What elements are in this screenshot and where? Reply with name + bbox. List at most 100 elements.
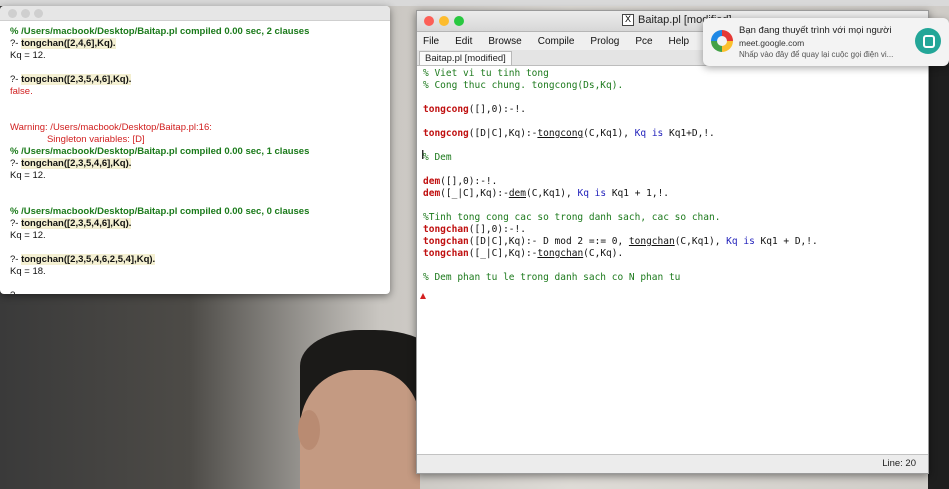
menu-help[interactable]: Help bbox=[669, 36, 690, 47]
code-token: tongcong bbox=[423, 104, 469, 115]
code-token: is bbox=[646, 128, 669, 139]
code-token: Kq1 + D,!. bbox=[760, 236, 818, 247]
console-prompt: ?- bbox=[10, 218, 22, 229]
zoom-window-icon[interactable] bbox=[34, 9, 43, 18]
minimize-window-icon[interactable] bbox=[439, 16, 449, 26]
prolog-editor-window[interactable]: X Baitap.pl [modified] File Edit Browse Com… bbox=[416, 10, 929, 474]
code-token: ([_|C],Kq):- bbox=[440, 188, 509, 199]
zoom-window-icon[interactable] bbox=[454, 16, 464, 26]
code-line: tongchan([D|C],Kq):- D mod 2 =:= 0, tong… bbox=[423, 236, 922, 248]
code-line: tongcong([],0):-!. bbox=[423, 104, 922, 116]
code-token: tongchan bbox=[423, 224, 469, 235]
code-token: %Tinh tong cong cac so trong danh sach, … bbox=[423, 212, 721, 223]
code-token: is bbox=[737, 236, 761, 247]
console-line: Warning: /Users/macbook/Desktop/Baitap.p… bbox=[10, 122, 212, 133]
console-query: tongchan([2,4,6],Kq). bbox=[21, 38, 116, 49]
console-prompt: ?- bbox=[10, 158, 22, 169]
console-line: % /Users/macbook/Desktop/Baitap.pl compi… bbox=[10, 206, 310, 217]
code-token: % Viet vi tu tinh tong bbox=[423, 68, 549, 79]
code-token: (C,Kq1), bbox=[583, 128, 635, 139]
menu-browse[interactable]: Browse bbox=[488, 36, 521, 47]
code-line: dem([],0):-!. bbox=[423, 176, 922, 188]
console-line: ?- tongchan([2,3,5,4,6],Kq). bbox=[10, 74, 380, 86]
code-token: Kq bbox=[577, 188, 589, 199]
console-line: false. bbox=[10, 86, 33, 97]
code-token: dem bbox=[423, 188, 441, 199]
console-line: % /Users/macbook/Desktop/Baitap.pl compi… bbox=[10, 26, 310, 37]
code-token: ([_|C],Kq):- bbox=[468, 248, 538, 259]
console-line: ?- tongchan([2,4,6],Kq). bbox=[10, 38, 380, 50]
notification-source: meet.google.com bbox=[739, 38, 805, 48]
console-query: tongchan([2,3,5,4,6],Kq). bbox=[21, 218, 132, 229]
code-token: dem bbox=[423, 176, 441, 187]
code-token: (C,Kq). bbox=[583, 248, 624, 259]
menu-pce[interactable]: Pce bbox=[635, 36, 652, 47]
code-token: ([],0):-!. bbox=[440, 176, 498, 187]
code-token: tongcong bbox=[423, 128, 469, 139]
code-token: ([],0):-!. bbox=[468, 104, 526, 115]
code-line: dem([_|C],Kq):-dem(C,Kq1), Kq is Kq1 + 1… bbox=[423, 188, 922, 200]
code-token: dem bbox=[508, 188, 526, 199]
code-line: tongchan([_|C],Kq):-tongchan(C,Kq). bbox=[423, 248, 922, 260]
code-line: tongchan([],0):-!. bbox=[423, 224, 922, 236]
code-token: (C,Kq1), bbox=[525, 188, 578, 199]
console-line: Kq = 18. bbox=[10, 266, 46, 277]
console-prompt: ?- bbox=[10, 74, 22, 85]
close-window-icon[interactable] bbox=[8, 9, 17, 18]
console-line: Kq = 12. bbox=[10, 50, 46, 61]
status-bar: Line: 20 bbox=[417, 454, 928, 473]
tab-baitap[interactable]: Baitap.pl [modified] bbox=[419, 51, 512, 65]
code-token: % Cong thuc chung. tongcong(Ds,Kq). bbox=[423, 80, 624, 91]
code-token: tongcong bbox=[537, 128, 584, 139]
code-token: is bbox=[588, 188, 612, 199]
console-line: ?- tongchan([2,3,5,4,6,2,5,4],Kq). bbox=[10, 254, 380, 266]
code-token: ([D|C],Kq):- bbox=[468, 128, 538, 139]
code-token: Kq1+D,!. bbox=[669, 128, 715, 139]
console-line: ?- tongchan([2,3,5,4,6],Kq). bbox=[10, 218, 380, 230]
code-editor[interactable]: % Viet vi tu tinh tong% Cong thuc chung.… bbox=[417, 66, 928, 455]
google-chrome-icon bbox=[711, 30, 733, 52]
code-token: % Dem bbox=[423, 152, 452, 163]
meet-present-icon[interactable] bbox=[915, 28, 941, 54]
code-token: Kq bbox=[634, 128, 647, 139]
line-marker-icon bbox=[420, 293, 426, 299]
console-query: tongchan([2,3,5,4,6,2,5,4],Kq). bbox=[21, 254, 156, 265]
meet-notification[interactable]: Bạn đang thuyết trình với mọi người meet… bbox=[703, 18, 949, 66]
menu-file[interactable]: File bbox=[423, 36, 439, 47]
code-token: % Dem phan tu le trong danh sach co N ph… bbox=[423, 272, 681, 283]
console-titlebar[interactable] bbox=[0, 6, 390, 21]
menu-prolog[interactable]: Prolog bbox=[590, 36, 619, 47]
console-query: tongchan([2,3,5,4,6],Kq). bbox=[21, 74, 132, 85]
prolog-console-window[interactable]: % /Users/macbook/Desktop/Baitap.pl compi… bbox=[0, 6, 390, 294]
code-token: tongchan bbox=[628, 236, 675, 247]
person-ear bbox=[298, 410, 320, 450]
menu-compile[interactable]: Compile bbox=[538, 36, 575, 47]
console-line: % /Users/macbook/Desktop/Baitap.pl compi… bbox=[10, 146, 310, 157]
close-window-icon[interactable] bbox=[424, 16, 434, 26]
console-line: ?- bbox=[10, 290, 380, 294]
console-query: tongchan([2,3,5,4,6],Kq). bbox=[21, 158, 132, 169]
x11-icon: X bbox=[622, 14, 634, 26]
minimize-window-icon[interactable] bbox=[21, 9, 30, 18]
console-line: Kq = 12. bbox=[10, 230, 46, 241]
code-token: ([],0):-!. bbox=[468, 224, 526, 235]
code-token: tongchan bbox=[537, 248, 584, 259]
console-output[interactable]: % /Users/macbook/Desktop/Baitap.pl compi… bbox=[0, 21, 390, 294]
code-line: %Tinh tong cong cac so trong danh sach, … bbox=[423, 212, 922, 224]
code-line: % Viet vi tu tinh tong bbox=[423, 68, 922, 80]
text-cursor-icon: I bbox=[421, 148, 425, 162]
console-line: Singleton variables: [D] bbox=[10, 134, 145, 145]
code-line: % Dem phan tu le trong danh sach co N ph… bbox=[423, 272, 922, 284]
code-token: tongchan bbox=[423, 248, 469, 259]
menu-edit[interactable]: Edit bbox=[455, 36, 472, 47]
code-token: ([D|C],Kq):- D mod 2 =:= 0, bbox=[468, 236, 629, 247]
code-token: (C,Kq1), bbox=[674, 236, 727, 247]
